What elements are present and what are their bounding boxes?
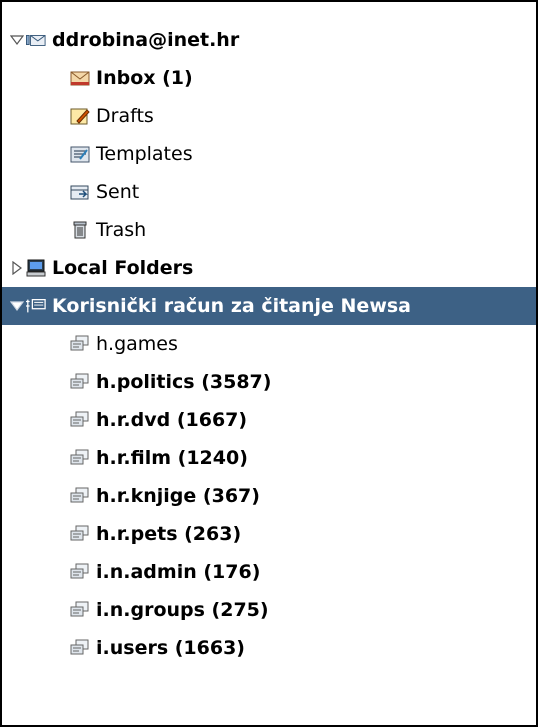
folder-pane: ddrobina@inet.hr Inbox (1) Drafts Templa… [0,0,538,727]
newsgroup-icon [70,372,90,392]
newsgroup-row[interactable]: h.politics (3587) [2,363,536,401]
expand-closed-icon[interactable] [10,261,24,275]
newsgroup-label: i.n.groups (275) [96,599,269,621]
folder-row-drafts[interactable]: Drafts [2,97,536,135]
inbox-icon [70,68,90,88]
newsgroup-label: h.r.pets (263) [96,523,242,545]
folder-row-inbox[interactable]: Inbox (1) [2,59,536,97]
expand-open-icon[interactable] [10,33,24,47]
account-label: Local Folders [52,257,194,279]
folder-tree: ddrobina@inet.hr Inbox (1) Drafts Templa… [2,21,536,667]
newsgroup-row[interactable]: h.games [2,325,536,363]
newsgroup-icon [70,410,90,430]
newsgroup-row[interactable]: h.r.dvd (1667) [2,401,536,439]
newsgroup-row[interactable]: i.n.groups (275) [2,591,536,629]
newsgroup-row[interactable]: h.r.film (1240) [2,439,536,477]
newsgroup-icon [70,638,90,658]
templates-icon [70,144,90,164]
newsgroup-label: h.r.dvd (1667) [96,409,248,431]
newsgroup-label: i.n.admin (176) [96,561,261,583]
folder-label: Trash [96,219,147,241]
newsgroup-row[interactable]: h.r.knjige (367) [2,477,536,515]
account-label: ddrobina@inet.hr [52,29,240,51]
news-account-icon [26,296,46,316]
newsgroup-label: i.users (1663) [96,637,245,659]
newsgroup-icon [70,524,90,544]
sent-icon [70,182,90,202]
newsgroup-icon [70,600,90,620]
drafts-icon [70,106,90,126]
expand-open-icon[interactable] [10,299,24,313]
local-folders-icon [26,258,46,278]
folder-label: Templates [96,143,193,165]
account-row-local-folders[interactable]: Local Folders [2,249,536,287]
folder-row-trash[interactable]: Trash [2,211,536,249]
newsgroup-icon [70,448,90,468]
account-row-news[interactable]: Korisnički račun za čitanje Newsa [2,287,536,325]
newsgroup-icon [70,562,90,582]
newsgroup-row[interactable]: i.n.admin (176) [2,553,536,591]
folder-row-sent[interactable]: Sent [2,173,536,211]
folder-label: Inbox (1) [96,67,193,89]
newsgroup-icon [70,334,90,354]
mail-account-icon [26,30,46,50]
newsgroup-label: h.politics (3587) [96,371,272,393]
account-row-mail[interactable]: ddrobina@inet.hr [2,21,536,59]
newsgroup-icon [70,486,90,506]
account-label: Korisnički račun za čitanje Newsa [52,295,412,317]
newsgroup-row[interactable]: i.users (1663) [2,629,536,667]
trash-icon [70,220,90,240]
folder-label: Sent [96,181,140,203]
newsgroup-label: h.games [96,333,178,355]
newsgroup-label: h.r.film (1240) [96,447,248,469]
newsgroup-label: h.r.knjige (367) [96,485,260,507]
folder-row-templates[interactable]: Templates [2,135,536,173]
newsgroup-row[interactable]: h.r.pets (263) [2,515,536,553]
folder-label: Drafts [96,105,154,127]
